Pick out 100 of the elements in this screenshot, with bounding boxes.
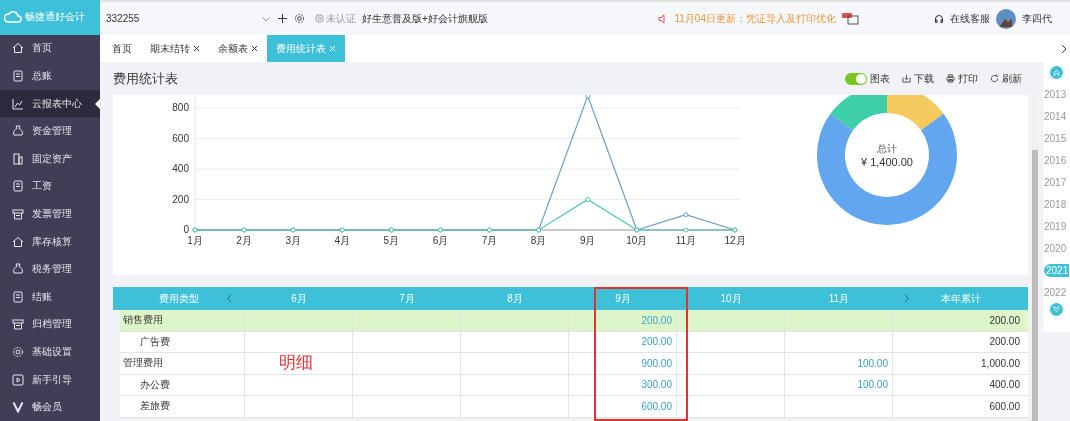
sidebar-item[interactable]: 归档管理 — [0, 310, 100, 339]
table-cell: 200.00 — [569, 310, 677, 331]
expense-type-cell: 管理费用 — [120, 353, 245, 374]
y-tick-label: 600 — [172, 132, 189, 144]
total-cell-text: 600.00 — [988, 399, 1021, 414]
toolbar-button[interactable]: 打印 — [946, 71, 978, 86]
settings-icon[interactable] — [294, 13, 305, 24]
table-cell: 900.00 — [569, 353, 677, 374]
document-icon — [12, 290, 24, 303]
avatar[interactable] — [996, 8, 1016, 29]
column-header: 10月 — [720, 291, 742, 306]
print-icon — [946, 74, 955, 83]
table-cell: 600.00 — [569, 396, 677, 417]
table-cell: 300.00 — [569, 374, 677, 395]
column-header: 本年累计 — [940, 291, 981, 306]
sidebar-item[interactable]: 工资 — [0, 172, 100, 201]
v-icon — [12, 401, 24, 414]
invoice-icon — [12, 318, 24, 331]
document-icon — [12, 69, 24, 82]
toolbar-button[interactable]: 刷新 — [990, 71, 1022, 86]
column-header: 11月 — [828, 291, 850, 306]
logo-text: 畅捷通好会计 — [25, 10, 85, 25]
building-icon — [12, 152, 24, 165]
column-header: 9月 — [615, 291, 631, 306]
y-tick-label: 200 — [172, 193, 189, 205]
invoice-icon — [12, 207, 24, 220]
toolbar-button[interactable]: 下载 — [902, 71, 934, 86]
chevron-right-icon[interactable] — [1060, 43, 1068, 54]
download-icon — [902, 74, 911, 83]
sidebar-item[interactable]: 固定资产 — [0, 144, 100, 173]
table-cell: 100.00 — [785, 374, 893, 395]
y-tick-label: 0 — [183, 224, 189, 235]
x-tick-label: 6月 — [432, 235, 449, 246]
sidebar-item[interactable]: 首页 — [0, 34, 100, 63]
chart-toggle[interactable] — [845, 72, 867, 85]
scrollbar-thumb[interactable] — [1032, 150, 1038, 421]
chart-icon — [12, 97, 24, 110]
total-cell-text: 200.00 — [988, 313, 1021, 328]
column-header: 费用类型 — [159, 291, 199, 306]
toggle-label: 图表 — [870, 71, 890, 86]
house-icon — [12, 42, 24, 55]
badge-icon — [315, 14, 324, 23]
sidebar-item[interactable]: 总账 — [0, 62, 100, 90]
scroll-down-icon[interactable] — [1050, 303, 1063, 316]
sidebar-item[interactable]: 结账 — [0, 283, 100, 311]
annotation-label: 明细 — [279, 352, 313, 374]
account-select[interactable]: 332255 — [106, 13, 271, 24]
x-tick-label: 8月 — [530, 235, 547, 246]
sidebar-item[interactable]: 资金管理 — [0, 117, 100, 145]
page-title: 费用统计表 — [113, 69, 178, 88]
scroll-right-icon[interactable] — [904, 294, 910, 303]
expense-type-cell: 销售费用 — [120, 310, 245, 331]
x-tick-label: 2月 — [236, 235, 252, 246]
x-tick-label: 4月 — [334, 235, 351, 246]
x-tick-label: 12月 — [724, 235, 746, 246]
online-support-link[interactable]: 在线客服 — [950, 11, 990, 26]
x-tick-label: 10月 — [626, 235, 648, 246]
x-tick-label: 11月 — [675, 235, 697, 246]
x-tick-label: 9月 — [579, 235, 596, 246]
x-tick-label: 7月 — [481, 235, 498, 246]
settings-icon — [12, 346, 24, 358]
column-header: 7月 — [399, 291, 415, 306]
x-tick-label: 3月 — [285, 235, 301, 246]
close-icon[interactable] — [251, 45, 258, 52]
page-tab[interactable]: 期末结转 — [141, 35, 209, 62]
total-cell-text: 1,000.00 — [980, 356, 1021, 371]
total-cell-text: 200.00 — [988, 335, 1021, 350]
house-icon — [12, 235, 24, 248]
expense-type-cell: 差旅费 — [120, 396, 245, 417]
refresh-icon — [990, 74, 999, 83]
column-header: 6月 — [291, 291, 307, 306]
x-tick-label: 1月 — [187, 235, 203, 246]
table-cell: 200.00 — [569, 331, 677, 352]
document-icon — [12, 180, 24, 193]
play-icon — [12, 373, 24, 386]
close-icon[interactable] — [193, 45, 200, 52]
sidebar-item[interactable]: 畅会员 — [0, 393, 100, 421]
user-name[interactable]: 李四代 — [1022, 11, 1052, 26]
donut-total: ¥ 1,400.00 — [861, 156, 913, 168]
column-header: 8月 — [507, 291, 523, 306]
page-tab[interactable]: 首页 — [103, 35, 141, 62]
table-cell: 100.00 — [785, 353, 893, 374]
donut-label: 总计 — [877, 142, 897, 156]
certification-status: 未认证 — [326, 11, 356, 26]
edition-label: 好生意普及版+好会计旗舰版 — [362, 11, 488, 26]
sidebar-item[interactable]: 云报表中心 — [0, 89, 100, 118]
sidebar-item[interactable]: 新手引导 — [0, 365, 100, 394]
gift-box-icon[interactable] — [842, 12, 862, 25]
scroll-up-icon[interactable] — [1050, 66, 1063, 79]
sidebar-item[interactable]: 库存核算 — [0, 227, 100, 256]
sidebar-item[interactable]: 发票管理 — [0, 200, 100, 228]
sidebar-item[interactable]: 税务管理 — [0, 255, 100, 283]
plus-icon[interactable] — [277, 13, 288, 24]
scroll-left-icon[interactable] — [226, 294, 232, 303]
chevron-down-icon — [261, 15, 271, 22]
expense-type-cell: 办公费 — [120, 374, 245, 395]
page-tab[interactable]: 余额表 — [209, 35, 267, 62]
sidebar-item[interactable]: 基础设置 — [0, 338, 100, 366]
total-cell-text: 400.00 — [988, 378, 1021, 393]
x-tick-label: 5月 — [383, 235, 400, 246]
